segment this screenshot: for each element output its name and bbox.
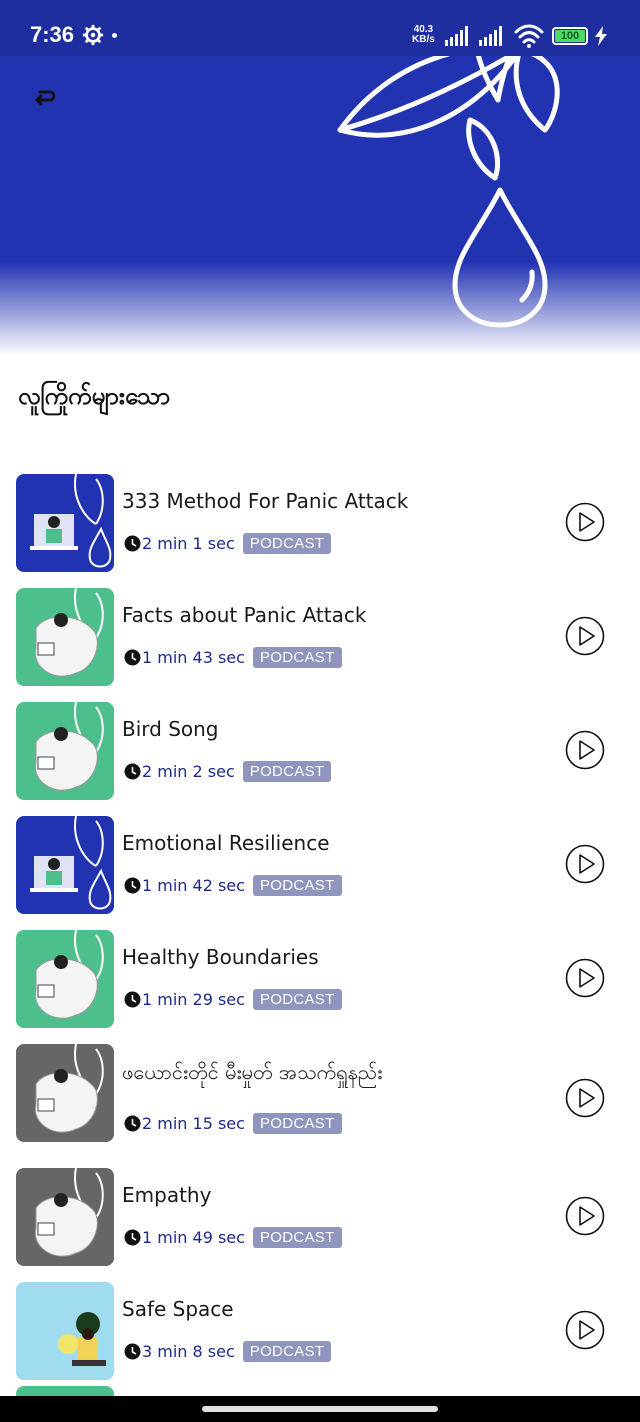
item-title: Emotional Resilience — [122, 831, 330, 855]
notification-dot-icon — [112, 33, 117, 38]
item-duration: 2 min 2 sec — [142, 761, 235, 781]
play-icon[interactable] — [565, 616, 605, 656]
play-icon[interactable] — [565, 1196, 605, 1236]
play-icon[interactable] — [565, 1310, 605, 1350]
podcast-thumbnail — [16, 588, 114, 686]
item-duration: 1 min 49 sec — [142, 1227, 245, 1247]
item-meta: 2 min 1 sec PODCAST — [124, 530, 332, 556]
podcast-thumbnail — [16, 1168, 114, 1266]
clock-icon — [124, 763, 141, 779]
podcast-badge: PODCAST — [252, 1226, 342, 1248]
status-bar: 7:36 40.3 KB/s 100 — [0, 0, 640, 56]
item-meta: 3 min 8 sec PODCAST — [124, 1338, 332, 1364]
item-title: 333 Method For Panic Attack — [122, 489, 409, 513]
list-item[interactable]: Facts about Panic Attack 1 min 43 sec PO… — [0, 572, 640, 686]
back-arrow-icon[interactable] — [30, 88, 60, 114]
status-time: 7:36 — [30, 22, 75, 47]
list-item[interactable]: 333 Method For Panic Attack 2 min 1 sec … — [0, 458, 640, 572]
item-meta: 2 min 2 sec PODCAST — [124, 758, 332, 784]
header-banner: 7:36 40.3 KB/s 100 — [0, 0, 640, 356]
item-duration: 1 min 42 sec — [142, 875, 245, 895]
item-meta: 1 min 49 sec PODCAST — [124, 1224, 342, 1250]
item-duration: 2 min 1 sec — [142, 533, 235, 553]
section-title: လူကြိုက်များသော — [18, 382, 171, 410]
list-item[interactable]: Emotional Resilience 1 min 42 sec PODCAS… — [0, 800, 640, 914]
play-icon[interactable] — [565, 502, 605, 542]
item-duration: 2 min 15 sec — [142, 1113, 245, 1133]
network-speed-unit: KB/s — [412, 34, 435, 45]
clock-icon — [124, 1343, 141, 1359]
clock-icon — [124, 877, 141, 893]
podcast-badge: PODCAST — [242, 760, 332, 782]
podcast-badge: PODCAST — [242, 1340, 332, 1362]
podcast-thumbnail — [16, 474, 114, 572]
play-icon[interactable] — [565, 1078, 605, 1118]
podcast-thumbnail — [16, 702, 114, 800]
list-item[interactable]: ဖယောင်းတိုင် မီးမှုတ် အသက်ရှူနည်း 2 min … — [0, 1028, 640, 1152]
list-item[interactable]: Empathy 1 min 49 sec PODCAST — [0, 1152, 640, 1266]
network-speed: 40.3 KB/s — [412, 25, 435, 45]
item-meta: 1 min 42 sec PODCAST — [124, 872, 342, 898]
wifi-icon — [514, 24, 544, 48]
podcast-list: 333 Method For Panic Attack 2 min 1 sec … — [0, 458, 640, 1380]
clock-icon — [124, 1115, 141, 1131]
item-title: ဖယောင်းတိုင် မီးမှုတ် အသက်ရှူနည်း — [122, 1060, 383, 1084]
charging-bolt-icon — [595, 26, 607, 46]
play-icon[interactable] — [565, 730, 605, 770]
item-meta: 2 min 15 sec PODCAST — [124, 1110, 342, 1136]
podcast-badge: PODCAST — [252, 874, 342, 896]
podcast-badge: PODCAST — [252, 1112, 342, 1134]
home-indicator[interactable] — [202, 1406, 438, 1412]
podcast-thumbnail — [16, 816, 114, 914]
battery-level: 100 — [555, 30, 585, 42]
clock-icon — [124, 1229, 141, 1245]
podcast-thumbnail — [16, 1282, 114, 1380]
item-title: Facts about Panic Attack — [122, 603, 367, 627]
item-title: Empathy — [122, 1183, 212, 1207]
clock-icon — [124, 991, 141, 1007]
item-duration: 3 min 8 sec — [142, 1341, 235, 1361]
list-item[interactable]: Safe Space 3 min 8 sec PODCAST — [0, 1266, 640, 1380]
podcast-badge: PODCAST — [252, 988, 342, 1010]
list-item[interactable]: Bird Song 2 min 2 sec PODCAST — [0, 686, 640, 800]
item-meta: 1 min 29 sec PODCAST — [124, 986, 342, 1012]
settings-gear-icon — [82, 24, 104, 46]
item-duration: 1 min 43 sec — [142, 647, 245, 667]
system-nav-bar — [0, 1396, 640, 1422]
battery-icon: 100 — [552, 27, 588, 45]
signal-strength-icon — [445, 26, 468, 46]
podcast-thumbnail — [16, 1044, 114, 1142]
item-title: Safe Space — [122, 1297, 234, 1321]
item-duration: 1 min 29 sec — [142, 989, 245, 1009]
play-icon[interactable] — [565, 958, 605, 998]
signal-strength-icon — [479, 26, 502, 46]
clock-icon — [124, 649, 141, 665]
podcast-badge: PODCAST — [252, 646, 342, 668]
play-icon[interactable] — [565, 844, 605, 884]
clock-icon — [124, 535, 141, 551]
list-item[interactable]: Healthy Boundaries 1 min 29 sec PODCAST — [0, 914, 640, 1028]
podcast-badge: PODCAST — [242, 532, 332, 554]
item-meta: 1 min 43 sec PODCAST — [124, 644, 342, 670]
item-title: Healthy Boundaries — [122, 945, 319, 969]
podcast-thumbnail — [16, 930, 114, 1028]
item-title: Bird Song — [122, 717, 219, 741]
